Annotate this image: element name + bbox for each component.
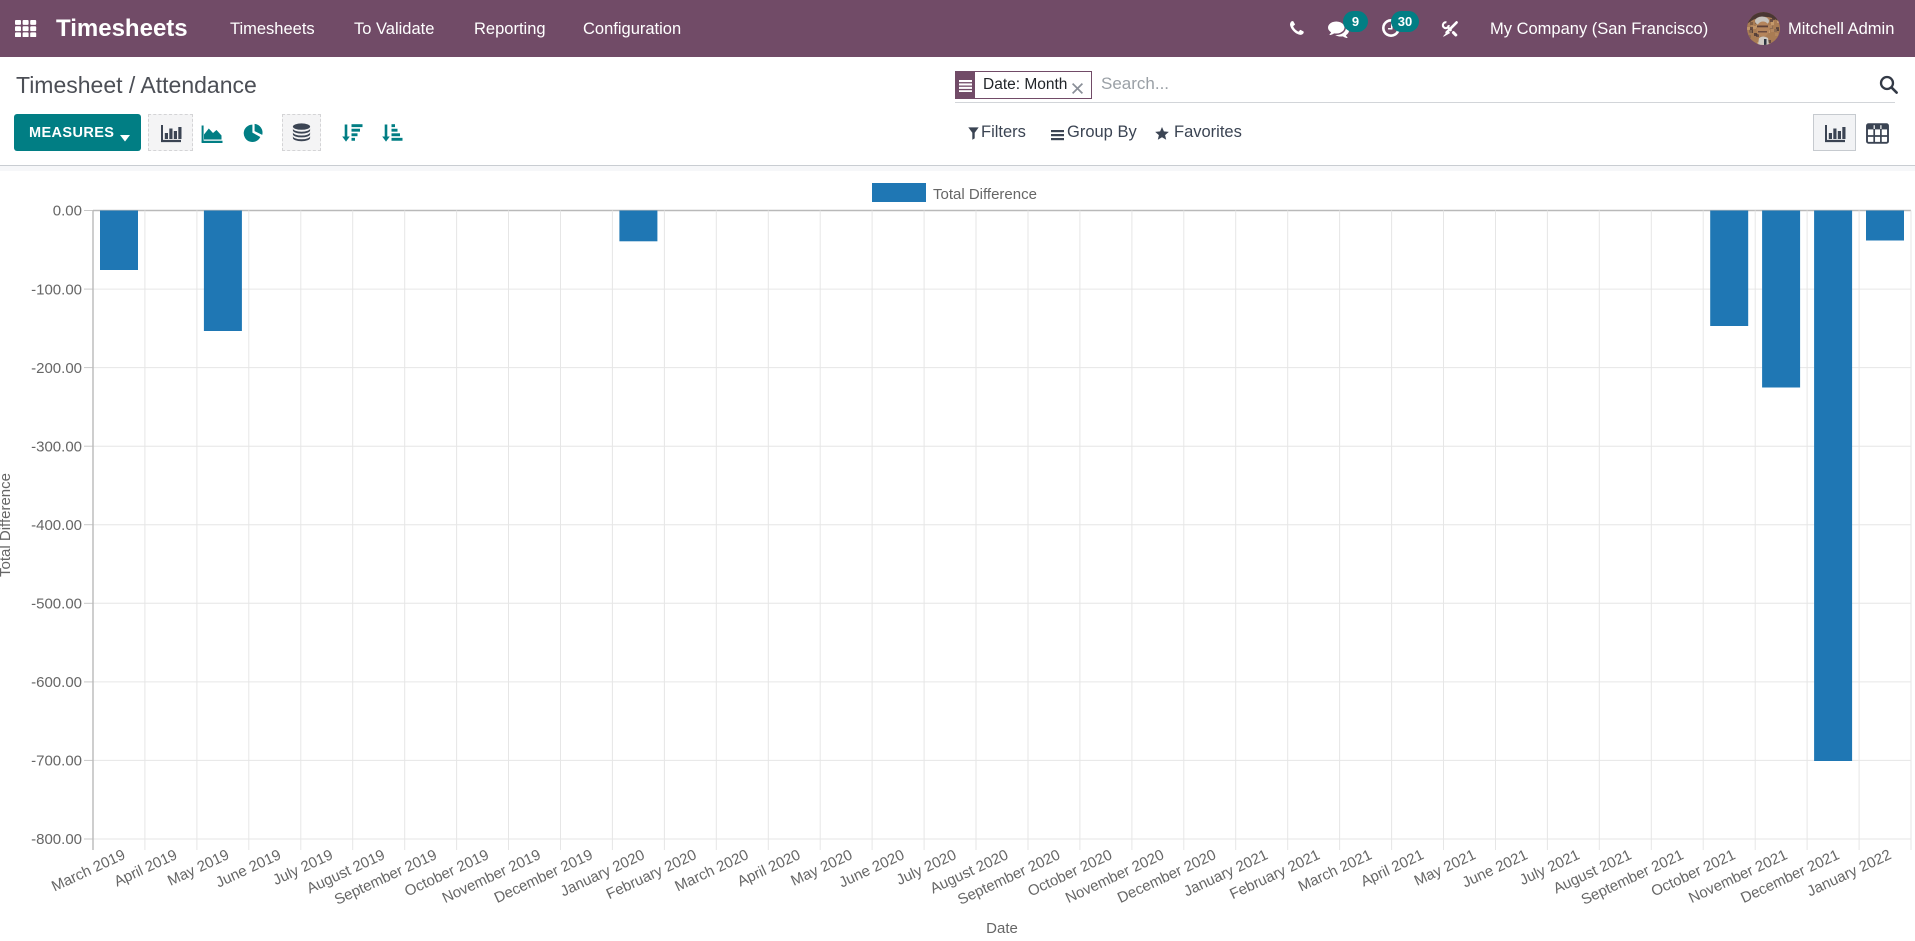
svg-text:Total Difference: Total Difference	[933, 186, 1037, 203]
svg-text:0.00: 0.00	[53, 203, 82, 220]
svg-text:Date: Date	[986, 920, 1018, 937]
svg-text:-100.00: -100.00	[31, 281, 82, 298]
svg-text:-300.00: -300.00	[31, 438, 82, 455]
svg-text:-800.00: -800.00	[31, 831, 82, 848]
svg-text:-700.00: -700.00	[31, 753, 82, 770]
svg-text:-400.00: -400.00	[31, 517, 82, 534]
svg-text:-500.00: -500.00	[31, 596, 82, 613]
svg-text:Total Difference: Total Difference	[0, 473, 14, 577]
svg-text:-200.00: -200.00	[31, 360, 82, 377]
svg-text:-600.00: -600.00	[31, 674, 82, 691]
svg-text:March 2019: March 2019	[49, 846, 128, 895]
